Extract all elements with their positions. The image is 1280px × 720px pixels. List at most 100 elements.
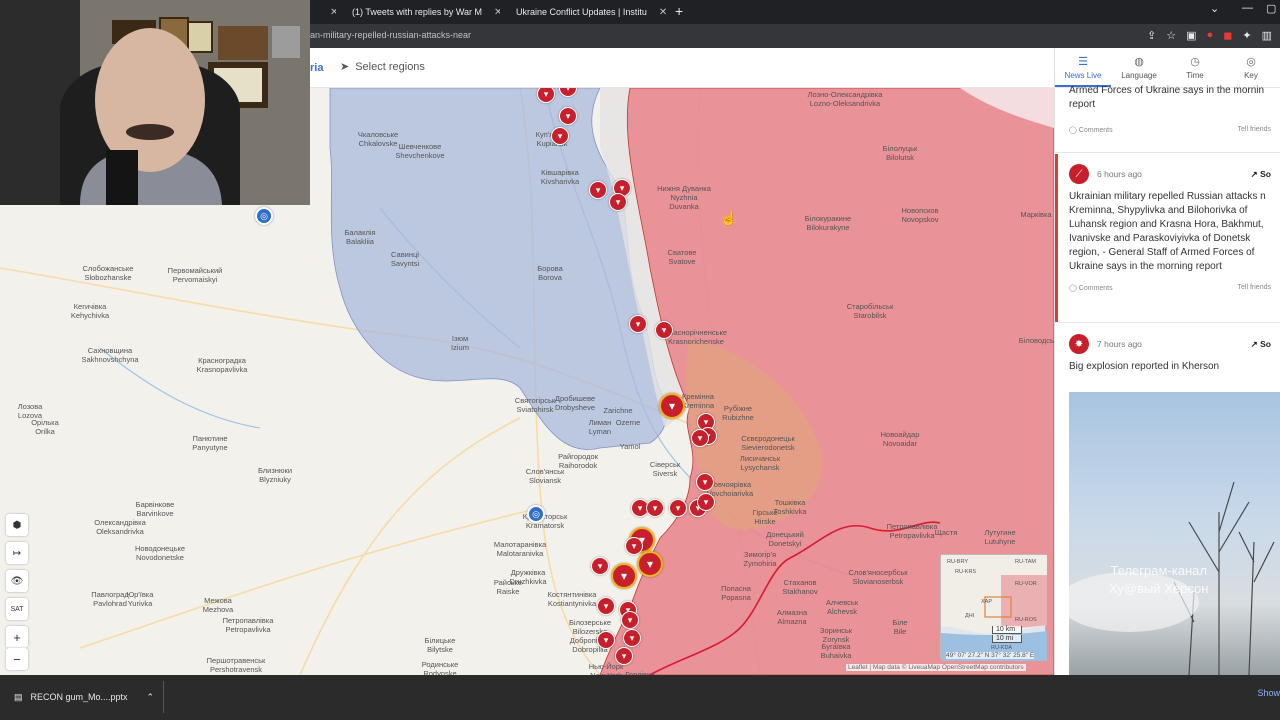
attack-marker-icon[interactable]: ▾ xyxy=(625,537,643,555)
attack-marker-icon[interactable]: ▾ xyxy=(559,107,577,125)
tab-label: Time xyxy=(1186,71,1204,80)
comments-link[interactable]: ◯ Comments xyxy=(1069,126,1113,134)
news-photo[interactable]: Телеграм-канал Ху@вый Херсон xyxy=(1069,392,1280,675)
star-icon[interactable]: ☆ xyxy=(1166,29,1176,42)
city-label: Лозно-Олександрівка Lozno-Oleksandrivka xyxy=(807,90,883,108)
puzzle-icon[interactable]: ✦ xyxy=(1242,29,1251,42)
tab-isw[interactable]: Ukraine Conflict Updates | Institu ✕ xyxy=(502,2,670,22)
chevron-down-icon[interactable]: ⌄ xyxy=(1210,2,1219,15)
attack-marker-icon[interactable]: ▾ xyxy=(697,493,715,511)
tab-label: News Live xyxy=(1064,71,1102,80)
hexagon-icon[interactable]: ⬢ xyxy=(6,514,28,536)
attack-marker-icon[interactable]: ▾ xyxy=(669,499,687,517)
new-tab-button[interactable]: + xyxy=(675,3,683,19)
download-bar: ▤ RECON gum_Mo....pptx ⌃ Show xyxy=(0,675,1280,720)
maximize-button[interactable]: ▢ xyxy=(1266,2,1276,15)
tell-friends-link[interactable]: Tell friends xyxy=(1238,284,1271,292)
url-text[interactable]: an-military-repelled-russian-attacks-nea… xyxy=(310,30,471,40)
news-item[interactable]: Armed Forces of Ukraine says in the morn… xyxy=(1055,84,1280,134)
attack-marker-icon[interactable]: ▾ xyxy=(551,127,569,145)
city-label: Панютине Panyutyne xyxy=(192,434,228,452)
city-label: Алмазна Almazna xyxy=(776,608,808,626)
city-label: Ізюм Izium xyxy=(451,334,469,352)
source-link[interactable]: ↗ So xyxy=(1251,339,1271,350)
city-label: Білокуракине Bilokurakyne xyxy=(804,214,852,232)
attack-marker-icon[interactable]: ▾ xyxy=(615,647,633,665)
attack-marker-icon[interactable]: ▾ xyxy=(591,557,609,575)
attack-marker-icon[interactable]: ▾ xyxy=(696,473,714,491)
minimize-button[interactable]: — xyxy=(1242,2,1253,14)
minimap-label: ХАР xyxy=(981,599,993,605)
target-marker-icon[interactable]: ◎ xyxy=(255,207,273,225)
attack-marker-icon[interactable]: ▾ xyxy=(623,629,641,647)
attack-marker-icon[interactable]: ▾ xyxy=(621,611,639,629)
close-icon[interactable]: ✕ xyxy=(330,7,336,18)
attack-marker-icon[interactable]: ▾ xyxy=(655,321,673,339)
attack-marker-icon[interactable]: ▾ xyxy=(659,393,685,419)
minimap[interactable]: RU-BRY RU-TAM RU-KRS RU-VOR RU-ROS RU-KD… xyxy=(940,554,1047,661)
comments-link[interactable]: ◯ Comments xyxy=(1069,284,1113,292)
news-item[interactable]: ✸ 7 hours ago ↗ So Big explosion reporte… xyxy=(1055,332,1280,374)
target-marker-icon[interactable]: ◎ xyxy=(527,505,545,523)
tab-twitter[interactable]: (1) Tweets with replies by War M ✕ xyxy=(338,2,500,22)
city-label: Сєвєродонецьк Sievierodonetsk xyxy=(741,434,795,452)
photo-watermark: Телеграм-канал Ху@вый Херсон xyxy=(1109,563,1209,596)
tab-language[interactable]: ◍ Language xyxy=(1111,48,1167,87)
city-label: Лутугине Lutuhyne xyxy=(984,528,1016,546)
tab-time[interactable]: ◷ Time xyxy=(1167,48,1223,87)
city-label: Зимогір'я Zymohiria xyxy=(743,550,777,568)
attack-marker-icon[interactable]: ▾ xyxy=(589,181,607,199)
tab-news-live[interactable]: ☰ News Live xyxy=(1055,48,1111,87)
tell-friends-link[interactable]: Tell friends xyxy=(1238,126,1271,134)
rifle-icon: ⟋ xyxy=(1069,164,1089,184)
city-label: Бугаївка Buhaivka xyxy=(820,642,852,660)
city-label: Райгородок Raihorodok xyxy=(558,452,598,470)
minimap-label: RU-BRY xyxy=(947,559,968,565)
arrow-right-icon[interactable]: ↦ xyxy=(6,542,28,564)
attack-marker-icon[interactable]: ▾ xyxy=(597,597,615,615)
webcam-image xyxy=(0,0,310,205)
zoom-in-button[interactable]: + xyxy=(6,626,28,648)
attack-marker-icon[interactable]: ▾ xyxy=(597,631,615,649)
city-label: Нижня Дуванка Nyzhnia Duvanka xyxy=(657,184,711,211)
city-label: Алчевськ Alchevsk xyxy=(825,598,859,616)
news-item[interactable]: ⟋ 6 hours ago ↗ So Ukrainian military re… xyxy=(1055,162,1280,292)
attack-marker-icon[interactable]: ▾ xyxy=(646,499,664,517)
chevron-up-icon[interactable]: ⌃ xyxy=(146,692,154,703)
extension-icon[interactable]: ▣ xyxy=(1186,29,1196,42)
tab-key[interactable]: ◎ Key xyxy=(1223,48,1279,87)
attack-marker-icon[interactable]: ▾ xyxy=(637,551,663,577)
zoom-out-button[interactable]: − xyxy=(6,648,28,670)
explosion-icon: ✸ xyxy=(1069,334,1089,354)
close-icon[interactable]: ✕ xyxy=(494,7,500,18)
news-panel: ☰ News Live ◍ Language ◷ Time ◎ Key Armed Fo… xyxy=(1054,48,1280,675)
eye-off-icon[interactable]: 👁 xyxy=(6,570,28,592)
region-link[interactable]: ria xyxy=(310,62,323,74)
satellite-toggle[interactable]: SAT xyxy=(6,598,28,620)
attack-marker-icon[interactable]: ▾ xyxy=(691,429,709,447)
city-label: Краснорічненське Krasnorichenske xyxy=(664,328,728,346)
tab-close-previous[interactable]: ✕ xyxy=(316,2,336,22)
cursor-coordinates: 49° 07' 27.2" N 37° 32' 25.8" E xyxy=(946,652,1035,659)
show-all-button[interactable]: Show xyxy=(1257,688,1280,698)
close-icon[interactable]: ✕ xyxy=(659,7,667,18)
extension-badge-icon[interactable]: ◼ xyxy=(1223,29,1232,42)
select-regions-button[interactable]: ➤ Select regions xyxy=(340,60,425,74)
toolbar-icons: ⇪ ☆ ▣ ● ◼ ✦ ▥ xyxy=(1147,29,1272,42)
extension-red-icon[interactable]: ● xyxy=(1207,29,1214,42)
compass-icon: ◎ xyxy=(1246,56,1256,68)
minimap-label: RU-ROS xyxy=(1015,617,1037,623)
attack-marker-icon[interactable]: ▾ xyxy=(611,563,637,589)
attack-marker-icon[interactable]: ▾ xyxy=(629,315,647,333)
share-icon[interactable]: ⇪ xyxy=(1147,29,1156,42)
map-attribution[interactable]: Leaflet | Map data © LiveuaMap OpenStree… xyxy=(846,664,1026,671)
city-label: Біле Bile xyxy=(892,618,908,636)
attack-marker-icon[interactable]: ▾ xyxy=(609,193,627,211)
file-icon: ▤ xyxy=(14,691,23,702)
sidebar-icon[interactable]: ▥ xyxy=(1262,29,1272,42)
city-label: Лисичанськ Lysychansk xyxy=(739,454,781,472)
download-item[interactable]: ▤ RECON gum_Mo....pptx ⌃ xyxy=(6,683,162,711)
city-label: Нью-Йорк New York xyxy=(588,662,624,675)
source-link[interactable]: ↗ So xyxy=(1251,169,1271,180)
city-label: Родинське Rodynske xyxy=(421,660,459,675)
